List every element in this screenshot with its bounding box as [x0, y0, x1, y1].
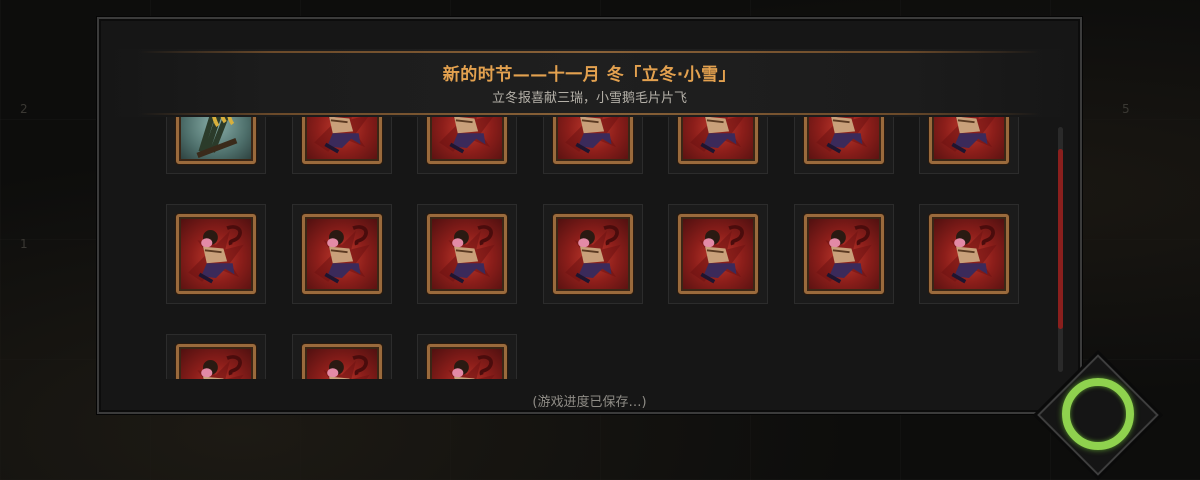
- header-divider-bottom: [139, 113, 1040, 115]
- panel-title: 新的时节——十一月 冬「立冬·小雪」: [442, 65, 737, 85]
- item-slot[interactable]: [794, 117, 894, 174]
- map-marker: 5: [1122, 102, 1130, 116]
- item-slot[interactable]: [166, 117, 266, 174]
- fighter-portrait-icon: [302, 344, 382, 379]
- fighter-portrait-icon: [678, 214, 758, 294]
- item-slot[interactable]: [668, 117, 768, 174]
- header-divider-top: [139, 51, 1040, 53]
- scrollbar[interactable]: [1058, 127, 1063, 372]
- fighter-portrait-icon: [678, 117, 758, 164]
- item-slot[interactable]: [166, 204, 266, 304]
- fighter-portrait-icon: [804, 214, 884, 294]
- fighter-portrait-icon: [302, 117, 382, 164]
- rice-sheaf-icon: [176, 117, 256, 164]
- item-slot[interactable]: [543, 204, 643, 304]
- item-slot[interactable]: [417, 117, 517, 174]
- fighter-portrait-icon: [553, 117, 633, 164]
- fighter-portrait-icon: [176, 344, 256, 379]
- action-button[interactable]: [1036, 353, 1160, 477]
- item-slot[interactable]: [919, 204, 1019, 304]
- fighter-portrait-icon: [929, 117, 1009, 164]
- item-slot[interactable]: [292, 334, 392, 379]
- save-status-text: (游戏进度已保存…): [532, 395, 647, 410]
- action-ring-icon: [1062, 378, 1134, 450]
- map-marker: 2: [20, 102, 28, 116]
- item-slot[interactable]: [919, 117, 1019, 174]
- item-slot[interactable]: [668, 204, 768, 304]
- fighter-portrait-icon: [553, 214, 633, 294]
- fighter-portrait-icon: [427, 214, 507, 294]
- panel-header: 新的时节——十一月 冬「立冬·小雪」 立冬报喜献三瑞，小雪鹅毛片片飞: [99, 49, 1080, 117]
- fighter-portrait-icon: [929, 214, 1009, 294]
- fighter-portrait-icon: [302, 214, 382, 294]
- fighter-portrait-icon: [427, 117, 507, 164]
- fighter-portrait-icon: [427, 344, 507, 379]
- item-slot[interactable]: [417, 334, 517, 379]
- item-slot[interactable]: [794, 204, 894, 304]
- panel-subtitle: 立冬报喜献三瑞，小雪鹅毛片片飞: [491, 91, 687, 106]
- map-marker: 1: [20, 237, 28, 251]
- fighter-portrait-icon: [176, 214, 256, 294]
- item-slot[interactable]: [543, 117, 643, 174]
- item-grid[interactable]: [166, 117, 1026, 379]
- item-slot[interactable]: [292, 204, 392, 304]
- item-slot[interactable]: [417, 204, 517, 304]
- fighter-portrait-icon: [804, 117, 884, 164]
- scrollbar-thumb[interactable]: [1058, 149, 1063, 329]
- item-slot[interactable]: [292, 117, 392, 174]
- season-reward-panel: 新的时节——十一月 冬「立冬·小雪」 立冬报喜献三瑞，小雪鹅毛片片飞 (游戏进度…: [97, 17, 1082, 414]
- item-slot[interactable]: [166, 334, 266, 379]
